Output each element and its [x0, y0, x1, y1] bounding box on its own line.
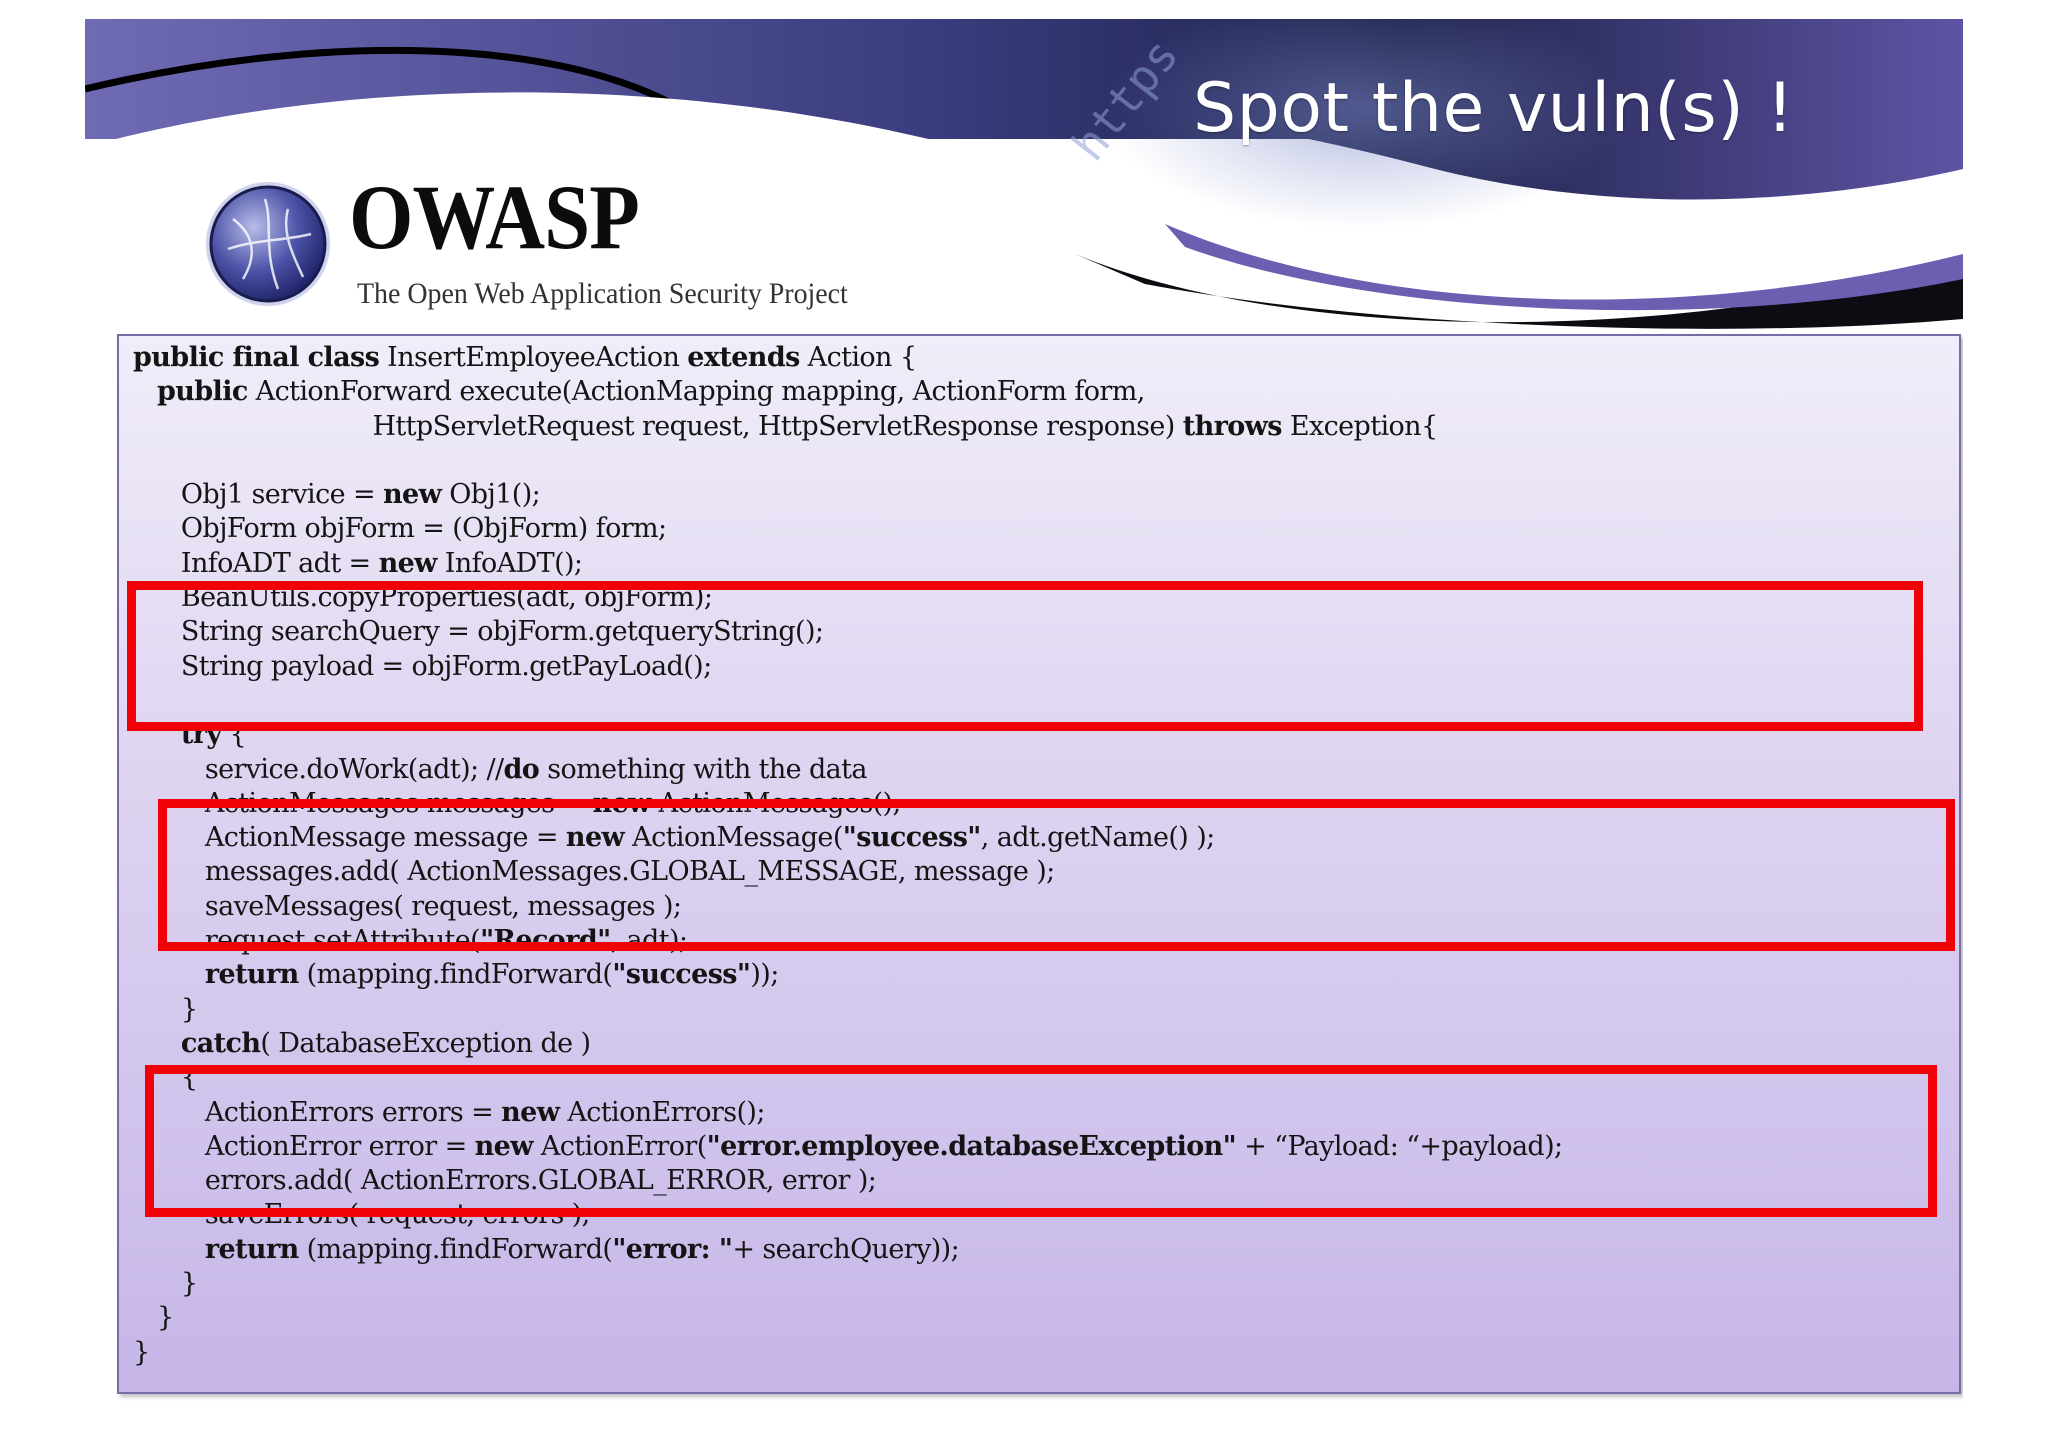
code-keyword: return	[204, 1233, 299, 1265]
code-text: InsertEmployeeAction	[379, 342, 688, 373]
code-text: }	[133, 993, 198, 1025]
code-line: public ActionForward execute(ActionMappi…	[133, 375, 1563, 409]
code-text: }	[133, 1336, 150, 1368]
code-line: }	[133, 1301, 1563, 1335]
code-line: }	[133, 1336, 1563, 1370]
code-text: ActionForward execute(ActionMapping mapp…	[247, 376, 1146, 408]
highlight-box-messages	[158, 799, 1955, 951]
owasp-globe-icon	[206, 182, 330, 306]
slide-title: Spot the vuln(s) !	[1193, 69, 1795, 148]
code-text: HttpServletRequest request, HttpServletR…	[133, 410, 1183, 442]
code-keyword: new	[382, 479, 442, 511]
code-line: Obj1 service = new Obj1();	[133, 478, 1563, 512]
code-text: }	[133, 1302, 174, 1334]
code-text: ( DatabaseException de )	[260, 1027, 591, 1059]
code-keyword: public	[156, 376, 248, 408]
code-text: something with the data	[539, 753, 867, 785]
code-line: return (mapping.findForward("success"));	[133, 958, 1563, 992]
owasp-logo-text: OWASP	[349, 166, 640, 268]
code-text: }	[133, 1268, 198, 1300]
code-keyword: return	[204, 959, 299, 991]
code-text: InfoADT adt =	[133, 547, 379, 579]
code-line: HttpServletRequest request, HttpServletR…	[133, 410, 1563, 444]
code-text: ));	[750, 959, 779, 991]
code-line: catch( DatabaseException de )	[133, 1027, 1563, 1061]
code-text: (mapping.findForward(	[298, 959, 613, 991]
code-keyword: new	[378, 547, 438, 579]
code-text: Obj1 service =	[133, 479, 383, 511]
code-line: }	[133, 993, 1563, 1027]
code-text: Action {	[799, 342, 917, 373]
code-keyword: "success"	[612, 959, 751, 991]
code-text: (mapping.findForward(	[298, 1233, 613, 1265]
highlight-box-input	[127, 581, 1923, 731]
code-keyword: public final class	[133, 342, 380, 373]
code-line: }	[133, 1267, 1563, 1301]
code-line: return (mapping.findForward("error: "+ s…	[133, 1233, 1563, 1267]
code-line: InfoADT adt = new InfoADT();	[133, 547, 1563, 581]
code-text: InfoADT();	[436, 547, 583, 579]
code-keyword: throws	[1182, 410, 1283, 442]
code-keyword: "error: "	[612, 1233, 733, 1265]
code-line: ObjForm objForm = (ObjForm) form;	[133, 512, 1563, 546]
code-keyword: do	[503, 753, 540, 785]
code-text: ObjForm objForm = (ObjForm) form;	[133, 513, 667, 545]
highlight-box-errors	[145, 1065, 1937, 1217]
code-line: public final class InsertEmployeeAction …	[133, 341, 1563, 375]
code-keyword: extends	[687, 342, 800, 373]
code-text: Obj1();	[441, 479, 541, 511]
code-text: service.doWork(adt); //	[133, 753, 504, 785]
code-line: service.doWork(adt); //do something with…	[133, 753, 1563, 787]
owasp-tagline: The Open Web Application Security Projec…	[357, 277, 848, 310]
code-keyword: catch	[180, 1027, 261, 1059]
code-text: + searchQuery));	[732, 1233, 960, 1265]
code-text: Exception{	[1281, 410, 1438, 442]
